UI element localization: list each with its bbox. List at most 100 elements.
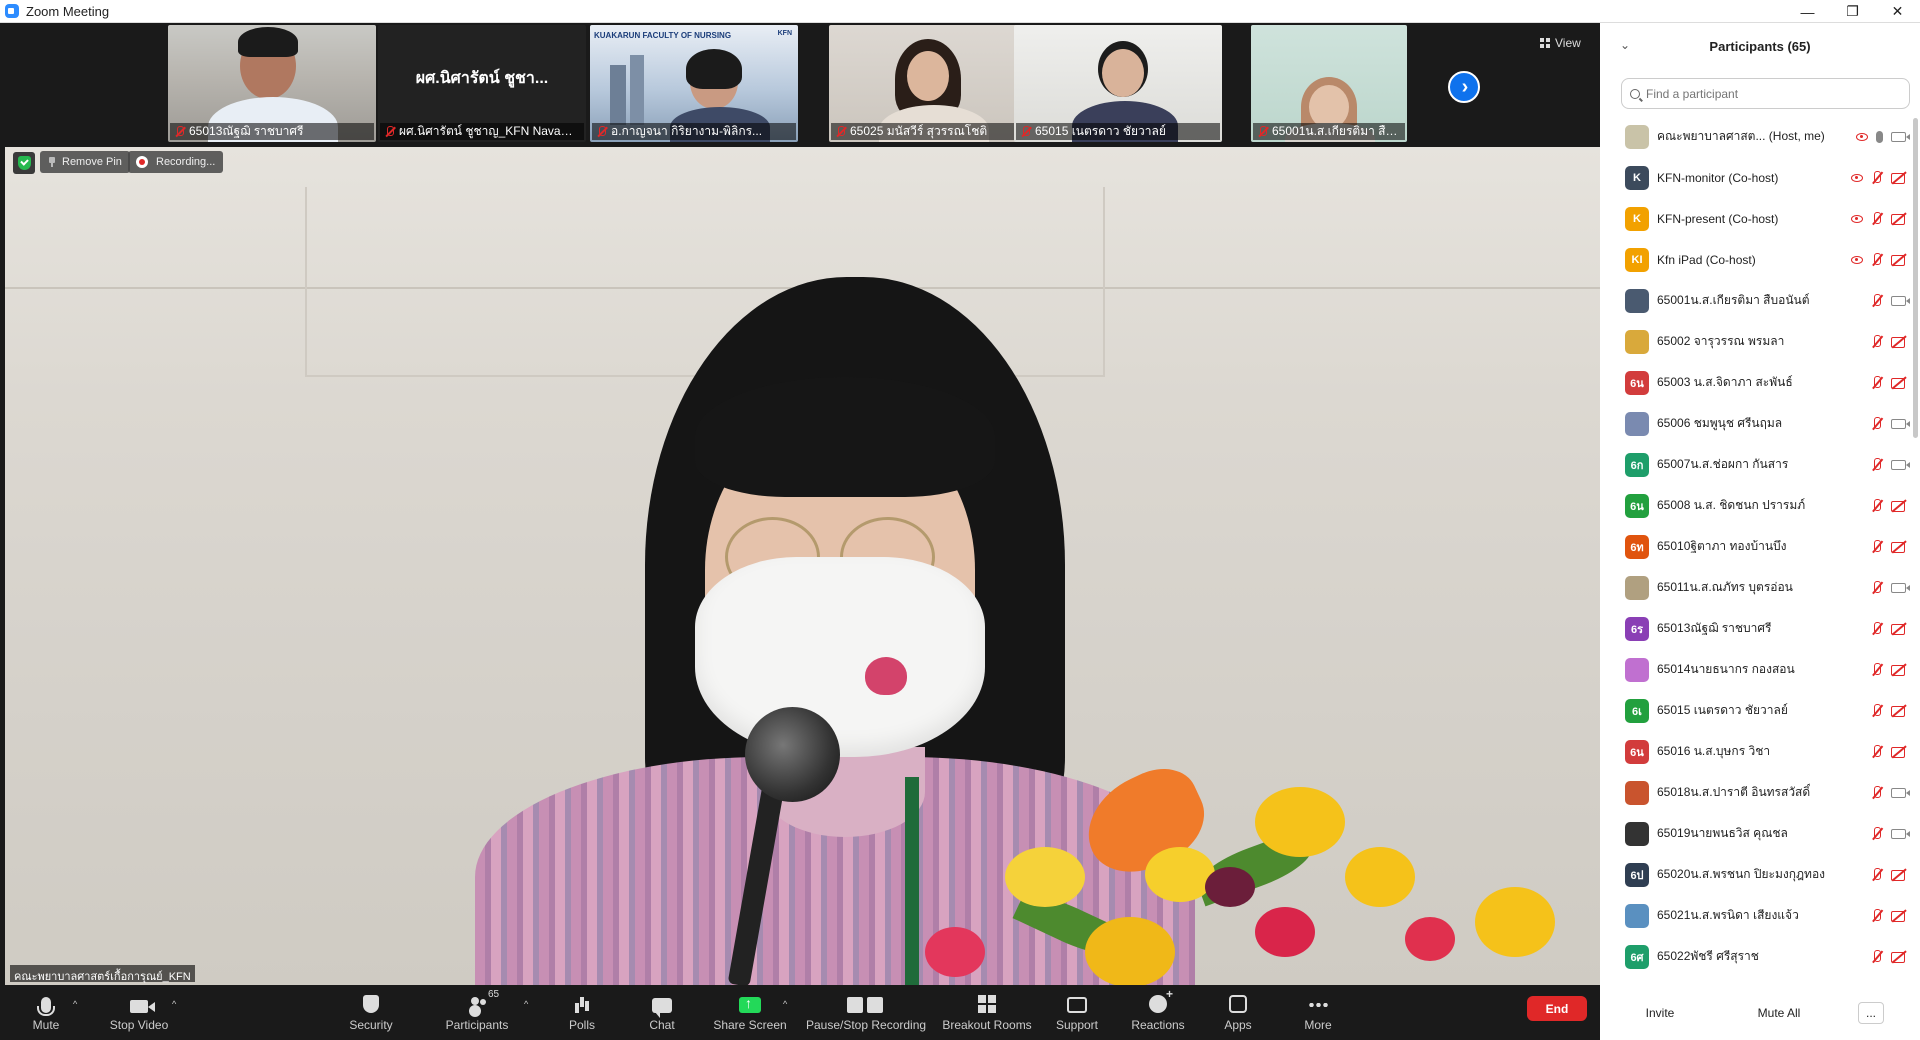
participant-name: 65006 ชมพูนุช ศรีนฤมล (1657, 416, 1783, 430)
participant-row[interactable]: 6ท 65010ฐิตาภา ทองบ้านบึง (1600, 526, 1910, 567)
participant-row[interactable]: 6ป 65020น.ส.พรชนก ปิยะมงกุฎทอง (1600, 854, 1910, 895)
participant-status-icons (1871, 580, 1910, 595)
mic-muted-icon (1871, 498, 1883, 513)
avatar: KI (1625, 247, 1649, 272)
mute-button[interactable]: Mute (25, 985, 67, 1040)
stop-video-button[interactable]: Stop Video (105, 985, 173, 1040)
avatar (1625, 329, 1649, 354)
video-thumbnail[interactable]: 65013ณัฐฌิ ราชบาศรี (168, 25, 376, 142)
thumbnail-name: 65013ณัฐฌิ ราชบาศรี (189, 124, 304, 138)
mute-all-button[interactable]: Mute All (1746, 1002, 1812, 1024)
share-screen-button[interactable]: Share Screen (713, 985, 786, 1040)
participant-row[interactable]: 6ศ 65022พัชรี ศรีสุราช (1600, 936, 1910, 977)
participant-status-icons (1871, 293, 1910, 308)
video-thumbnail[interactable]: KUAKARUN FACULTY OF NURSING KFN อ.กาญจนา… (590, 25, 798, 142)
avatar: 6ศ (1625, 944, 1649, 969)
thumbnail-name: 65001น.ส.เกียรติมา สืบอนันต์ (1272, 124, 1401, 138)
search-input[interactable] (1646, 86, 1886, 101)
participant-row[interactable]: K KFN-present (Co-host) (1600, 198, 1910, 239)
participant-row[interactable]: 65021น.ส.พรนิดา เสียงแจ้ว (1600, 895, 1910, 936)
participants-button[interactable]: 65 Participants (444, 985, 510, 1040)
participant-row[interactable]: 6ร 65013ณัฐฌิ ราชบาศรี (1600, 608, 1910, 649)
chat-button[interactable]: Chat (649, 985, 675, 1040)
next-page-button[interactable]: › (1448, 71, 1480, 103)
participant-row[interactable]: 65001น.ส.เกียรติมา สืบอนันต์ (1600, 280, 1910, 321)
yellow-flower (1145, 847, 1215, 902)
support-button[interactable]: Support (1054, 985, 1100, 1040)
view-button[interactable]: View (1540, 33, 1581, 53)
participant-face (1102, 49, 1144, 97)
participant-status-icons (1871, 375, 1906, 390)
video-thumbnail[interactable]: ผศ.นิศารัตน์ ชูชา... ผศ.นิศารัตน์ ชูชาญ_… (378, 25, 586, 142)
main-video[interactable]: Remove Pin Recording... คณะพยาบาลศาสตร์เ… (5, 147, 1600, 985)
apps-label: Apps (1224, 1018, 1252, 1032)
reactions-label: Reactions (1131, 1018, 1185, 1032)
participant-row[interactable]: 65019นายพนธวิส คุณชล (1600, 813, 1910, 854)
participant-row[interactable]: 6ก 65007น.ส.ช่อผกา กันสาร (1600, 444, 1910, 485)
panel-footer: Invite Mute All ... (1600, 989, 1920, 1040)
stop-video-label: Stop Video (109, 1018, 169, 1032)
recording-indicator[interactable]: Recording... (128, 151, 224, 173)
participants-options-caret[interactable]: ^ (524, 999, 528, 1009)
participant-name: 65010ฐิตาภา ทองบ้านบึง (1657, 539, 1787, 553)
building-shape (630, 55, 644, 125)
participant-row[interactable]: 65014นายธนากร กองสอน (1600, 649, 1910, 690)
more-button[interactable]: More (1303, 985, 1333, 1040)
participant-row[interactable]: 6น 65003 น.ส.จิดาภา สะพันธ์ (1600, 362, 1910, 403)
participant-row[interactable]: คณะพยาบาลศาสต... (Host, me) (1600, 116, 1910, 157)
speaker-name-label: คณะพยาบาลศาสตร์เกื้อการุณย์_KFN (10, 965, 195, 983)
avatar: 6ก (1625, 452, 1649, 477)
participant-row[interactable]: 65011น.ส.ณภัทร บุตรอ่อน (1600, 567, 1910, 608)
participant-row[interactable]: K KFN-monitor (Co-host) (1600, 157, 1910, 198)
video-thumbnail[interactable]: 65001น.ส.เกียรติมา สืบอนันต์ (1251, 25, 1407, 142)
security-button[interactable]: Security (348, 985, 394, 1040)
camera-off-icon (1891, 705, 1906, 717)
thumbnail-name-bar: อ.กาญจนา กิริยางาม-พิลิกร... (592, 123, 796, 140)
video-thumbnail[interactable]: 65015 เนตรดาว ชัยวาลย์ (1014, 25, 1222, 142)
close-button[interactable]: ✕ (1875, 0, 1920, 23)
participant-row[interactable]: 6น 65008 น.ส. ชิดชนก ปรารมภ์ (1600, 485, 1910, 526)
participant-status-icons (1871, 826, 1910, 841)
title-bar: Zoom Meeting — ❐ ✕ (0, 0, 1920, 23)
participant-row[interactable]: 6น 65016 น.ส.บุษกร วิชา (1600, 731, 1910, 772)
participant-name: KFN-monitor (Co-host) (1657, 170, 1779, 185)
participant-name: 65015 เนตรดาว ชัยวาลย์ (1657, 703, 1788, 717)
participant-row[interactable]: 6เ 65015 เนตรดาว ชัยวาลย์ (1600, 690, 1910, 731)
polls-label: Polls (568, 1018, 595, 1032)
participant-row[interactable]: 65018น.ส.ปาราตี อินทรสวัสดิ์ (1600, 772, 1910, 813)
restore-button[interactable]: ❐ (1830, 0, 1875, 23)
panel-more-button[interactable]: ... (1858, 1002, 1884, 1024)
encryption-badge[interactable] (13, 152, 35, 174)
participant-status-icons (1871, 744, 1906, 759)
remove-pin-button[interactable]: Remove Pin (40, 151, 130, 173)
participant-name: 65008 น.ส. ชิดชนก ปรารมภ์ (1657, 498, 1806, 512)
invite-button[interactable]: Invite (1632, 1002, 1688, 1024)
support-icon (1067, 997, 1087, 1013)
participant-row[interactable]: 65002 จารุวรรณ พรมลา (1600, 321, 1910, 362)
reactions-button[interactable]: Reactions (1131, 985, 1185, 1040)
share-options-caret[interactable]: ^ (783, 999, 787, 1009)
panel-scrollbar[interactable] (1913, 118, 1918, 438)
breakout-rooms-button[interactable]: Breakout Rooms (941, 985, 1033, 1040)
face-mask (695, 557, 985, 757)
thumbnail-name-bar: 65001น.ส.เกียรติมา สืบอนันต์ (1253, 123, 1405, 140)
pause-stop-icon (847, 997, 885, 1013)
video-options-caret[interactable]: ^ (172, 999, 176, 1009)
video-thumbnail[interactable]: 65025 มนัสวีร์ สุวรรณโชติ (829, 25, 1037, 142)
pause-stop-recording-button[interactable]: Pause/Stop Recording (806, 985, 926, 1040)
mic-muted-icon (1871, 416, 1883, 431)
participant-row[interactable]: KI Kfn iPad (Co-host) (1600, 239, 1910, 280)
minimize-button[interactable]: — (1785, 0, 1830, 23)
camera-off-icon (1891, 172, 1906, 184)
participant-search[interactable] (1621, 78, 1910, 109)
zoom-app: Zoom Meeting — ❐ ✕ 65013ณัฐฌิ ราชบาศรี ผ… (0, 0, 1920, 1040)
participant-row[interactable]: 65006 ชมพูนุช ศรีนฤมล (1600, 403, 1910, 444)
participant-status-icons (1871, 457, 1910, 472)
end-meeting-button[interactable]: End (1527, 996, 1587, 1021)
audio-options-caret[interactable]: ^ (73, 999, 77, 1009)
participant-status-icons (1871, 662, 1906, 677)
apps-button[interactable]: Apps (1224, 985, 1252, 1040)
polls-button[interactable]: Polls (567, 985, 597, 1040)
participant-status-icons (1871, 498, 1906, 513)
dark-flower (1205, 867, 1255, 907)
